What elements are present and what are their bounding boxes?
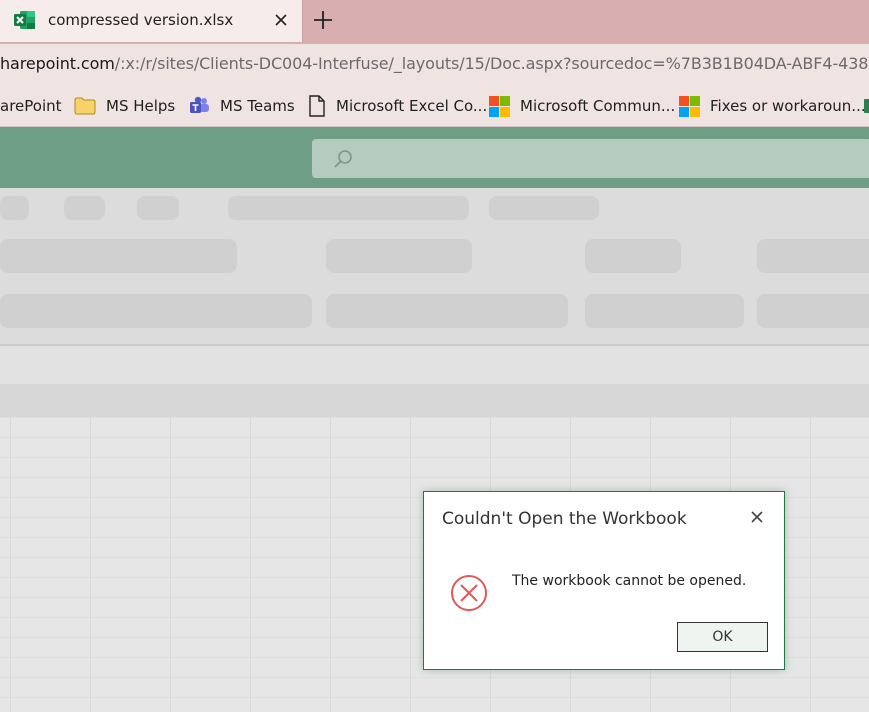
skeleton-tab [137, 196, 179, 220]
skeleton-control [757, 294, 869, 328]
column-header-placeholder [0, 384, 869, 417]
skeleton-tab [64, 196, 105, 220]
skeleton-tab [0, 196, 29, 220]
browser-window: compressed version.xlsx harepoint.com/:x… [0, 0, 869, 712]
bookmark-fixes-workarounds[interactable]: Fixes or workaroun... [679, 95, 866, 117]
url-path: /:x:/r/sites/Clients-DC004-Interfuse/_la… [114, 54, 869, 73]
dialog-title: Couldn't Open the Workbook [442, 509, 687, 529]
address-bar[interactable]: harepoint.com/:x:/r/sites/Clients-DC004-… [0, 44, 869, 86]
url-text[interactable]: harepoint.com/:x:/r/sites/Clients-DC004-… [0, 54, 869, 73]
tab-title: compressed version.xlsx [48, 11, 234, 29]
bookmarks-bar: arePoint MS Helps MS Teams Microsoft Exc… [0, 86, 869, 127]
close-icon[interactable] [748, 508, 766, 526]
formula-bar-placeholder [0, 346, 869, 384]
search-box[interactable] [312, 139, 869, 178]
bookmark-label: Microsoft Excel Co... [336, 97, 488, 115]
tab-strip: compressed version.xlsx [0, 0, 869, 44]
excel-app-header [0, 127, 869, 188]
skeleton-control [326, 294, 568, 328]
skeleton-tab [228, 196, 469, 220]
skeleton-control [585, 239, 681, 273]
bookmark-ms-teams[interactable]: MS Teams [188, 95, 295, 117]
skeleton-control [0, 239, 237, 273]
bookmark-label: Microsoft Commun... [520, 97, 676, 115]
new-tab-plus-icon[interactable] [310, 7, 336, 33]
error-dialog: Couldn't Open the Workbook The workbook … [423, 491, 785, 670]
bookmark-label: MS Helps [106, 97, 176, 115]
skeleton-control [0, 294, 312, 328]
bookmark-label: arePoint [0, 97, 62, 115]
browser-tab[interactable]: compressed version.xlsx [0, 0, 303, 42]
dialog-message: The workbook cannot be opened. [512, 573, 747, 589]
folder-icon [74, 97, 96, 115]
skeleton-control [757, 239, 869, 273]
ok-button[interactable]: OK [677, 622, 768, 652]
error-circle-x-icon [450, 574, 488, 616]
bookmark-label: Fixes or workaroun... [710, 97, 866, 115]
teams-icon [190, 96, 209, 113]
document-icon [309, 95, 325, 117]
url-host: harepoint.com [0, 54, 115, 73]
bookmark-microsoft-community[interactable]: Microsoft Commun... [489, 95, 675, 117]
skeleton-tab [489, 196, 599, 220]
bookmark-excel-community[interactable]: Microsoft Excel Co... [308, 95, 487, 117]
skeleton-control [326, 239, 472, 273]
search-icon [332, 148, 354, 174]
close-tab-icon[interactable] [270, 9, 292, 31]
microsoft-logo-icon [679, 95, 700, 117]
bookmark-ms-helps[interactable]: MS Helps [74, 95, 175, 117]
skeleton-control [585, 294, 744, 328]
ribbon-loading-placeholder [0, 188, 869, 345]
bookmark-sharepoint[interactable]: arePoint [0, 95, 62, 117]
bookmark-overflow-icon[interactable] [864, 99, 869, 113]
microsoft-logo-icon [489, 95, 510, 117]
bookmark-label: MS Teams [220, 97, 295, 115]
excel-icon [14, 10, 36, 30]
